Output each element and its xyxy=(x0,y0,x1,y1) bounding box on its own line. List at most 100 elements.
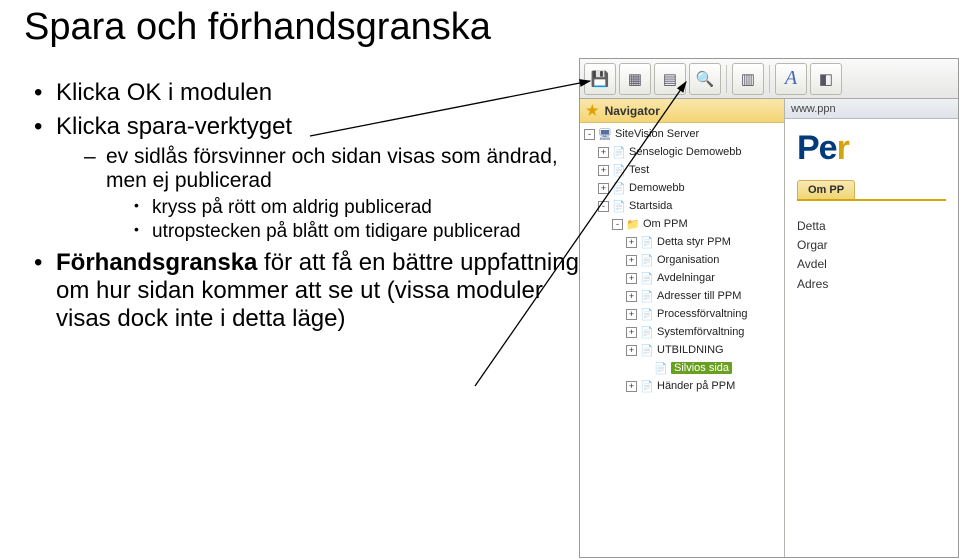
page-icon: 📄 xyxy=(640,271,654,285)
preview-button[interactable]: 🔍 xyxy=(689,63,721,95)
tree-row[interactable]: +📄UTBILDNING xyxy=(580,341,784,359)
preview-page: Per Om PP DettaOrgarAvdelAdres xyxy=(785,119,958,557)
page-icon: 📄 xyxy=(640,307,654,321)
magnify-icon: 🔍 xyxy=(696,70,715,88)
tree-label: Test xyxy=(629,164,649,176)
tree-label: Adresser till PPM xyxy=(657,290,741,302)
preview-line: Orgar xyxy=(797,236,946,255)
preview-pane: www.ppn Per Om PP DettaOrgarAvdelAdres xyxy=(785,99,958,557)
toolbar-button-4[interactable]: ◧ xyxy=(810,63,842,95)
folder-icon: 📁 xyxy=(626,217,640,231)
page-icon: 📄 xyxy=(640,343,654,357)
page-icon: 📄 xyxy=(640,379,654,393)
page-icon: 📄 xyxy=(640,235,654,249)
tree-row[interactable]: +📄Organisation xyxy=(580,251,784,269)
tree-expander[interactable]: + xyxy=(626,291,637,302)
page-icon: 📄 xyxy=(612,181,626,195)
tree-label: Systemförvaltning xyxy=(657,326,744,338)
preview-line: Avdel xyxy=(797,255,946,274)
tree-expander[interactable]: + xyxy=(626,255,637,266)
tree-row[interactable]: +📄Senselogic Demowebb xyxy=(580,143,784,161)
save-button[interactable]: 💾 xyxy=(584,63,616,95)
tree-row[interactable]: 📄Silvios sida xyxy=(580,359,784,377)
font-button[interactable]: A xyxy=(775,63,807,95)
tree-row[interactable]: +📄Processförvaltning xyxy=(580,305,784,323)
tree-row[interactable]: +📄Händer på PPM xyxy=(580,377,784,395)
logo-part2: r xyxy=(837,129,849,167)
toolbar: 💾 ▦ ▤ 🔍 ▥ A ◧ xyxy=(580,59,958,99)
logo: Per xyxy=(797,129,946,168)
tree-label: Detta styr PPM xyxy=(657,236,731,248)
toolbar-button-3[interactable]: ▥ xyxy=(732,63,764,95)
tree-expander[interactable]: + xyxy=(626,381,637,392)
tab-om-pp[interactable]: Om PP xyxy=(797,180,855,199)
bullet-preview: Förhandsgranska för att få en bättre upp… xyxy=(34,249,600,333)
toolbar-button-1[interactable]: ▦ xyxy=(619,63,651,95)
page-icon: 📄 xyxy=(612,199,626,213)
tree-expander[interactable]: - xyxy=(612,219,623,230)
bullet-preview-bold: Förhandsgranska xyxy=(56,249,257,276)
tree-expander xyxy=(640,363,651,374)
slide-title: Spara och förhandsgranska xyxy=(24,6,600,49)
tree-expander[interactable]: + xyxy=(598,147,609,158)
tab-bar: Om PP xyxy=(797,180,946,201)
tree-row[interactable]: +📄Detta styr PPM xyxy=(580,233,784,251)
doc-icon: ▤ xyxy=(663,70,677,88)
tree-expander[interactable]: + xyxy=(626,345,637,356)
browser-bar: www.ppn xyxy=(785,99,958,119)
navigator-panel: ★ Navigator -🖥SiteVision Server+📄Senselo… xyxy=(580,99,785,557)
doc2-icon: ▥ xyxy=(741,70,755,88)
tree-row[interactable]: +📄Systemförvaltning xyxy=(580,323,784,341)
toolbar-separator xyxy=(726,65,727,93)
navigator-title: Navigator xyxy=(605,104,660,118)
tree-label: UTBILDNING xyxy=(657,344,724,356)
tree-label: Startsida xyxy=(629,200,672,212)
bullet-ok: Klicka OK i modulen xyxy=(34,79,600,107)
tree-expander[interactable]: + xyxy=(626,327,637,338)
frame-icon: ◧ xyxy=(819,70,833,88)
tree-row[interactable]: -📁Om PPM xyxy=(580,215,784,233)
font-icon: A xyxy=(785,67,797,90)
navigator-header: ★ Navigator xyxy=(580,99,784,123)
tree-label: Silvios sida xyxy=(671,362,732,374)
star-icon: ★ xyxy=(586,102,599,119)
logo-part1: Pe xyxy=(797,129,837,167)
tree-row[interactable]: +📄Avdelningar xyxy=(580,269,784,287)
save-icon: 💾 xyxy=(591,70,610,88)
preview-text: DettaOrgarAvdelAdres xyxy=(797,217,946,294)
toolbar-button-2[interactable]: ▤ xyxy=(654,63,686,95)
preview-line: Detta xyxy=(797,217,946,236)
tree[interactable]: -🖥SiteVision Server+📄Senselogic Demowebb… xyxy=(580,123,784,557)
page-icon: 📄 xyxy=(640,253,654,267)
tree-row[interactable]: +📄Test xyxy=(580,161,784,179)
tree-row[interactable]: +📄Demowebb xyxy=(580,179,784,197)
tree-label: Organisation xyxy=(657,254,719,266)
tree-label: Om PPM xyxy=(643,218,688,230)
grid-icon: ▦ xyxy=(628,70,642,88)
page-icon: 📄 xyxy=(654,361,668,375)
page-icon: 📄 xyxy=(612,145,626,159)
url-text: www.ppn xyxy=(791,103,836,115)
tree-label: Senselogic Demowebb xyxy=(629,146,742,158)
tree-label: Processförvaltning xyxy=(657,308,748,320)
tree-row[interactable]: -📄Startsida xyxy=(580,197,784,215)
tree-expander[interactable]: + xyxy=(626,309,637,320)
server-icon: 🖥 xyxy=(598,127,612,141)
tree-expander[interactable]: + xyxy=(626,273,637,284)
sub-red: kryss på rött om aldrig publicerad xyxy=(134,197,600,219)
tree-expander[interactable]: - xyxy=(584,129,595,140)
page-icon: 📄 xyxy=(612,163,626,177)
tree-row[interactable]: +📄Adresser till PPM xyxy=(580,287,784,305)
toolbar-separator-2 xyxy=(769,65,770,93)
tree-label: Demowebb xyxy=(629,182,685,194)
tree-expander[interactable]: + xyxy=(598,183,609,194)
tree-row[interactable]: -🖥SiteVision Server xyxy=(580,125,784,143)
tree-expander[interactable]: + xyxy=(598,165,609,176)
tree-label: SiteVision Server xyxy=(615,128,699,140)
tree-label: Avdelningar xyxy=(657,272,715,284)
tree-label: Händer på PPM xyxy=(657,380,735,392)
bullet-save: Klicka spara-verktyget ev sidlås försvin… xyxy=(34,113,600,243)
tree-expander[interactable]: + xyxy=(626,237,637,248)
tree-expander[interactable]: - xyxy=(598,201,609,212)
app-window: 💾 ▦ ▤ 🔍 ▥ A ◧ ★ Navigator -🖥SiteVision xyxy=(579,58,959,558)
